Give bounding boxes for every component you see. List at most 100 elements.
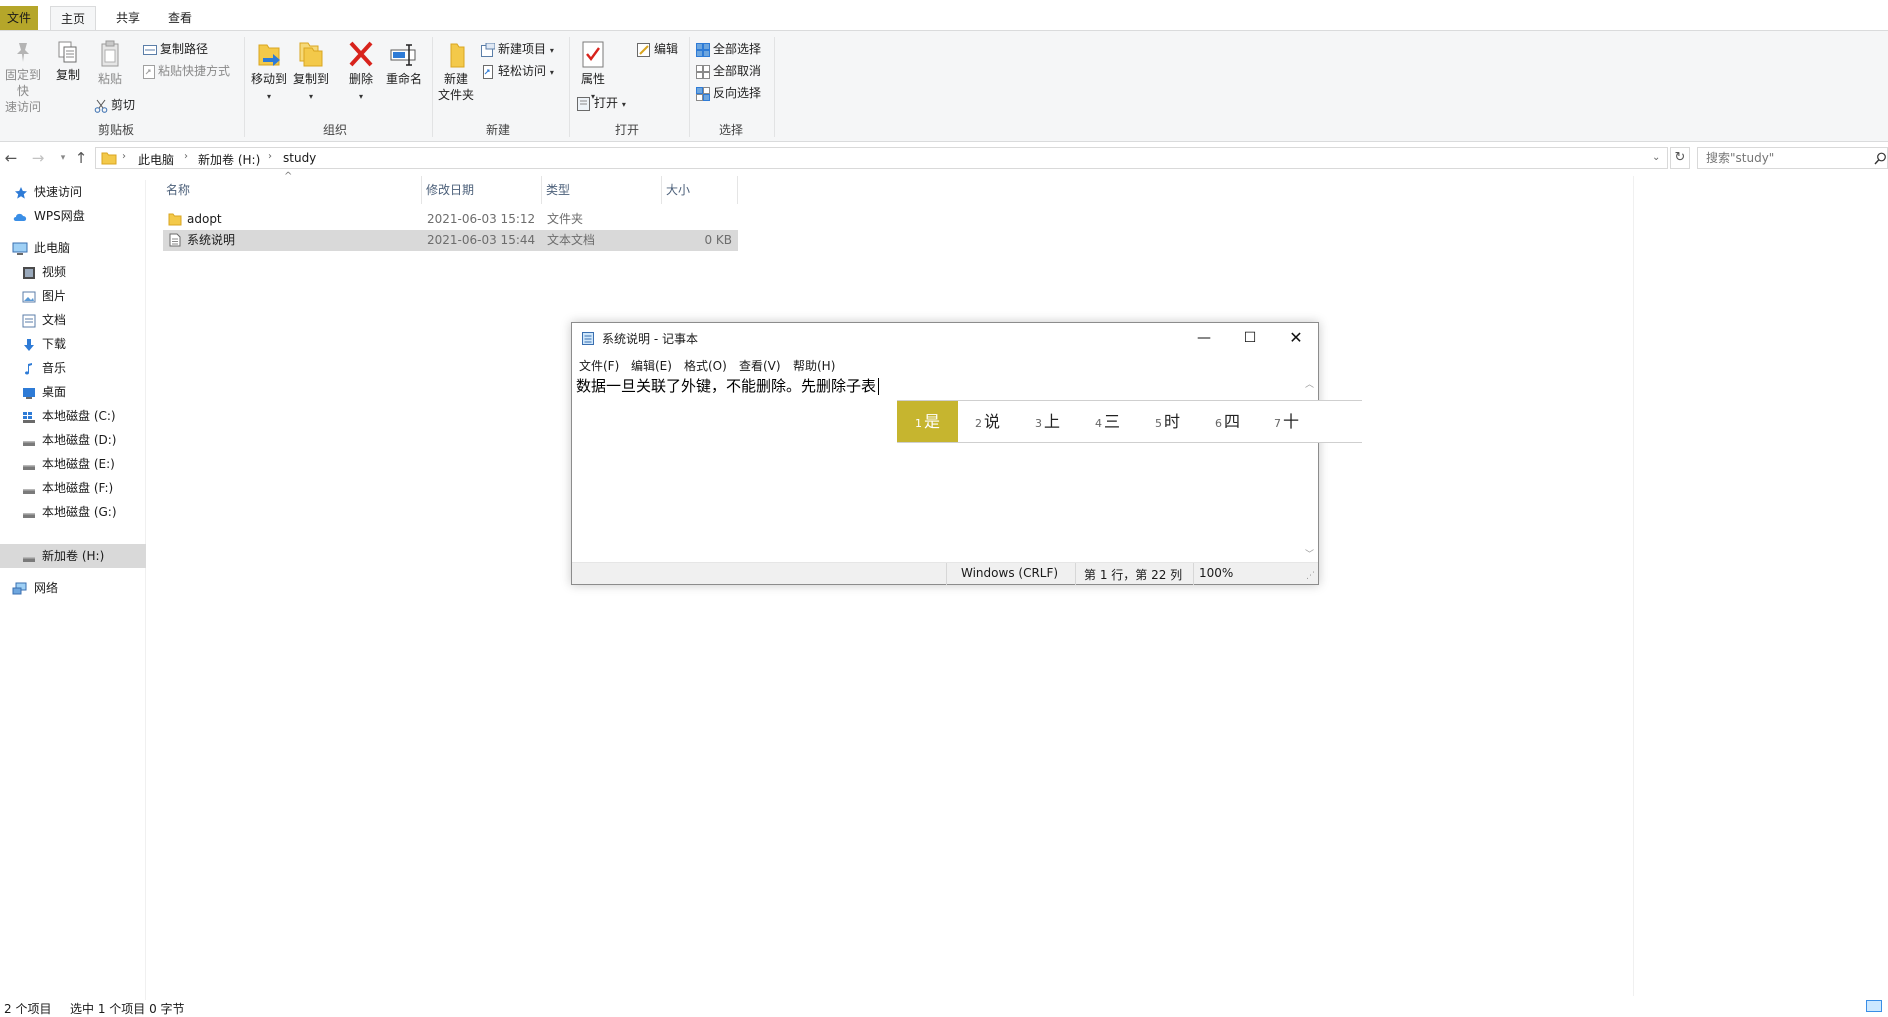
status-separator <box>946 563 947 585</box>
cut-button[interactable]: 剪切 <box>94 96 135 114</box>
ribbon-tabs: 文件 主页 共享 查看 <box>0 6 1888 30</box>
delete-label: 删除 <box>348 72 373 86</box>
status-item-count: 2 个项目 <box>4 1002 52 1016</box>
breadcrumb-study[interactable]: study <box>283 151 316 165</box>
pin-label-line2: 速访问 <box>4 100 41 114</box>
nav-item-drive-c[interactable]: 本地磁盘 (C:) <box>0 404 146 428</box>
nav-item-drive-d[interactable]: 本地磁盘 (D:) <box>0 428 146 452</box>
address-bar[interactable]: › 此电脑 › 新加卷 (H:) › study ⌄ <box>95 147 1668 169</box>
nav-item-wps-cloud[interactable]: WPS网盘 <box>0 204 146 228</box>
menu-file[interactable]: 文件(F) <box>579 357 619 374</box>
move-to-button[interactable]: 移动到 ▾ <box>250 39 288 105</box>
nav-item-videos[interactable]: 视频 <box>0 260 146 284</box>
breadcrumb-drive-h[interactable]: 新加卷 (H:) <box>198 151 260 168</box>
sort-ascending-chevron-icon: ^ <box>284 171 293 182</box>
scroll-up-chevron-icon[interactable]: ︿ <box>1305 377 1314 390</box>
list-edge-divider <box>1633 176 1634 996</box>
nav-item-desktop[interactable]: 桌面 <box>0 380 146 404</box>
nav-item-network[interactable]: 网络 <box>0 576 146 600</box>
paste-shortcut-button[interactable]: 粘贴快捷方式 <box>143 62 230 80</box>
up-arrow-icon[interactable]: ↑ <box>72 149 90 167</box>
column-header-type[interactable]: 类型 <box>543 176 662 204</box>
ime-candidate[interactable]: 1是 <box>897 401 959 442</box>
copy-button[interactable]: 复制 <box>52 39 84 83</box>
column-header-date[interactable]: 修改日期 <box>423 176 542 204</box>
drive-icon <box>23 488 35 494</box>
copy-to-icon <box>299 42 323 67</box>
delete-button[interactable]: 删除 ▾ <box>345 39 377 105</box>
ime-candidate[interactable]: 2说 <box>975 401 1000 442</box>
select-all-button[interactable]: 全部选择 <box>696 40 761 58</box>
tab-home[interactable]: 主页 <box>50 6 96 30</box>
ime-candidate[interactable]: 5时 <box>1155 401 1180 442</box>
invert-selection-button[interactable]: 反向选择 <box>696 84 761 102</box>
maximize-icon[interactable]: ☐ <box>1227 323 1273 353</box>
scroll-down-chevron-icon[interactable]: ﹀ <box>1305 547 1314 560</box>
menu-help[interactable]: 帮助(H) <box>793 357 835 374</box>
ime-candidate-bar: 1是 2说 3上 4三 5时 6四 7十 <box>897 400 1362 443</box>
new-folder-label-line1: 新建 <box>443 72 468 86</box>
search-icon <box>1874 152 1886 165</box>
copy-path-button[interactable]: 复制路径 <box>143 40 208 58</box>
nav-item-this-pc[interactable]: 此电脑 <box>0 236 146 260</box>
breadcrumb-this-pc[interactable]: 此电脑 <box>138 151 174 168</box>
nav-item-pictures[interactable]: 图片 <box>0 284 146 308</box>
nav-item-drive-h[interactable]: 新加卷 (H:) <box>0 544 146 568</box>
notepad-titlebar[interactable]: 系统说明 - 记事本 — ☐ ✕ <box>572 323 1318 353</box>
rename-button[interactable]: 重命名 <box>384 39 424 87</box>
search-input[interactable] <box>1698 148 1858 168</box>
menu-view[interactable]: 查看(V) <box>739 357 781 374</box>
organize-group-label: 组织 <box>322 123 347 137</box>
file-date: 2021-06-03 15:44 <box>427 233 536 247</box>
column-header-name[interactable]: 名称 <box>163 176 422 204</box>
details-view-icon[interactable] <box>1866 1000 1882 1012</box>
nav-item-drive-e[interactable]: 本地磁盘 (E:) <box>0 452 146 476</box>
address-dropdown-chevron-icon[interactable]: ⌄ <box>1652 152 1660 163</box>
resize-grip-icon[interactable]: ⋰ <box>1306 571 1315 581</box>
nav-item-downloads[interactable]: 下载 <box>0 332 146 356</box>
nav-item-documents[interactable]: 文档 <box>0 308 146 332</box>
file-list: 名称 ^ 修改日期 类型 大小 adopt 2021-06-03 15:12 文… <box>163 171 1634 996</box>
tab-share[interactable]: 共享 <box>108 6 148 30</box>
edit-pencil-icon <box>637 42 650 57</box>
status-selected: 选中 1 个项目 0 字节 <box>70 1002 185 1016</box>
easy-access-button[interactable]: 轻松访问 ▾ <box>481 62 554 80</box>
paste-button[interactable]: 粘贴 <box>94 39 126 87</box>
pin-label-line1: 固定到快 <box>4 68 41 98</box>
new-folder-button[interactable]: 新建 文件夹 <box>436 39 476 103</box>
tab-view[interactable]: 查看 <box>160 6 200 30</box>
recent-locations-chevron-icon[interactable]: ▾ <box>54 149 72 167</box>
nav-item-drive-f[interactable]: 本地磁盘 (F:) <box>0 476 146 500</box>
forward-arrow-icon[interactable]: → <box>29 149 47 167</box>
tab-file[interactable]: 文件 <box>0 6 38 30</box>
ime-candidate[interactable]: 3上 <box>1035 401 1060 442</box>
ime-candidate[interactable]: 6四 <box>1215 401 1240 442</box>
open-button[interactable]: 打开 ▾ <box>577 94 626 112</box>
back-arrow-icon[interactable]: ← <box>2 149 20 167</box>
nav-item-quick-access[interactable]: 快速访问 <box>0 180 146 204</box>
close-icon[interactable]: ✕ <box>1273 323 1319 353</box>
select-none-button[interactable]: 全部取消 <box>696 62 761 80</box>
table-row[interactable]: 系统说明 2021-06-03 15:44 文本文档 0 KB <box>163 230 738 251</box>
edit-button[interactable]: 编辑 <box>637 40 678 58</box>
delete-x-icon <box>349 41 373 67</box>
copy-to-button[interactable]: 复制到 ▾ <box>292 39 330 105</box>
ime-candidate[interactable]: 7十 <box>1274 401 1299 442</box>
table-row[interactable]: adopt 2021-06-03 15:12 文件夹 <box>163 209 738 230</box>
drive-icon <box>23 440 35 446</box>
minimize-icon[interactable]: — <box>1181 323 1227 353</box>
menu-format[interactable]: 格式(O) <box>684 357 727 374</box>
column-header-size[interactable]: 大小 <box>663 176 738 204</box>
pin-quick-access-button[interactable]: 固定到快 速访问 <box>0 39 46 115</box>
nav-item-drive-g[interactable]: 本地磁盘 (G:) <box>0 500 146 524</box>
search-box[interactable] <box>1697 147 1888 169</box>
menu-edit[interactable]: 编辑(E) <box>631 357 672 374</box>
drive-icon <box>23 512 35 518</box>
notepad-menubar: 文件(F) 编辑(E) 格式(O) 查看(V) 帮助(H) <box>572 355 1318 375</box>
nav-item-music[interactable]: 音乐 <box>0 356 146 380</box>
clipboard-icon <box>101 40 119 67</box>
refresh-icon[interactable]: ↻ <box>1670 147 1690 169</box>
desktop-icon <box>23 387 35 399</box>
new-item-button[interactable]: 新建项目 ▾ <box>481 40 554 58</box>
ime-candidate[interactable]: 4三 <box>1095 401 1120 442</box>
